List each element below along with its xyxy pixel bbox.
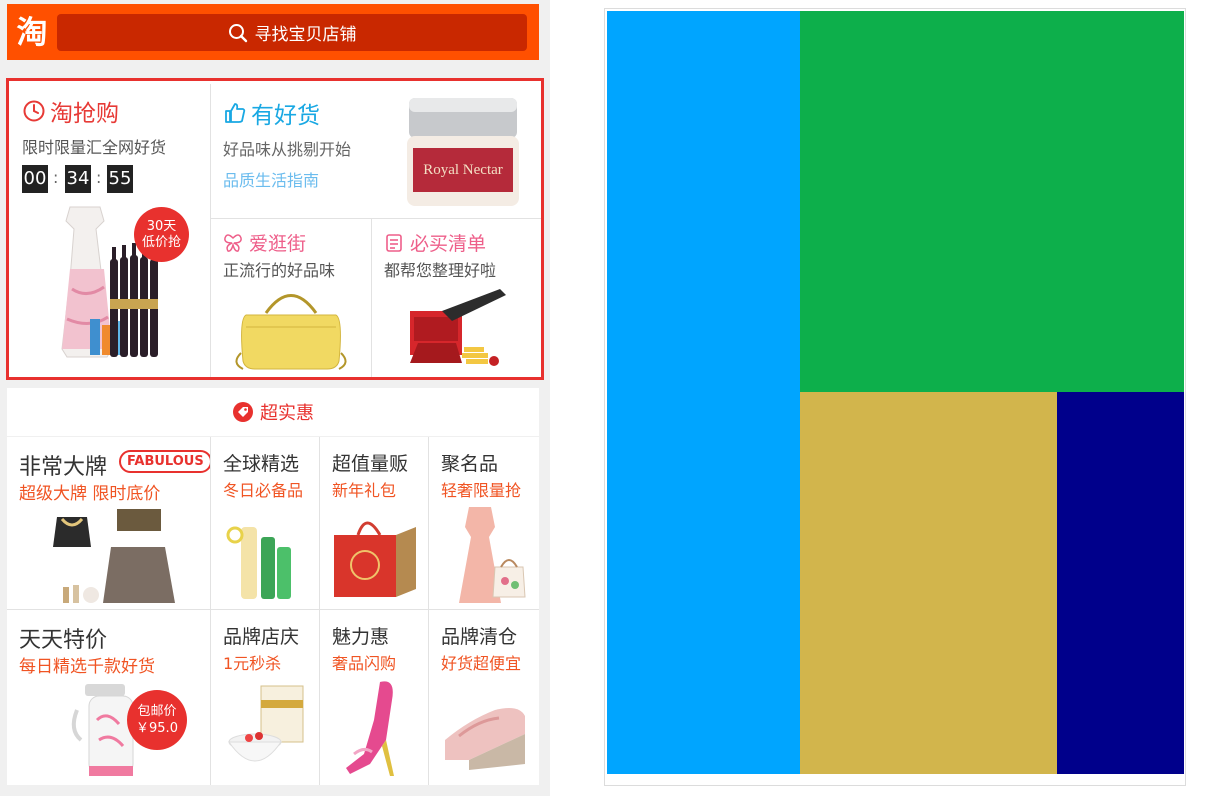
deal-title: 品牌清仓 — [441, 626, 518, 648]
deal-card[interactable]: 非常大牌 FABULOUS 超级大牌 限时底价 — [7, 437, 210, 609]
product-image-skincare — [226, 526, 291, 599]
taoqianggou-card[interactable]: 淘抢购 限时限量汇全网好货 00 : 34 : 55 30天 低价抢 — [12, 84, 210, 377]
timer-hours: 00 — [22, 165, 48, 193]
bimaiqingdan-subtitle: 都帮您整理好啦 — [384, 261, 497, 280]
treemap-block-navy — [1057, 392, 1184, 774]
bimaiqingdan-title-row: 必买清单 — [384, 229, 486, 256]
price-tag-icon — [233, 402, 253, 422]
badge-line: 30天 — [146, 219, 177, 234]
chaoshihui-title: 超实惠 — [260, 403, 314, 424]
treemap-block-blue — [607, 11, 800, 774]
taobao-mobile-home: 淘 寻找宝贝店铺 淘抢购 限时限量汇全网好货 00 : 34 : 55 30天 … — [0, 0, 550, 796]
deal-title: 非常大牌 — [19, 455, 108, 480]
deal-card[interactable]: 品牌店庆 1元秒杀 — [211, 610, 319, 785]
product-image-handbag — [235, 294, 347, 370]
deal-card[interactable]: 天天特价 每日精选千款好货 包邮价 ￥95.0 — [7, 610, 210, 785]
taoqianggou-subtitle: 限时限量汇全网好货 — [22, 138, 167, 157]
thumbs-up-icon — [225, 103, 246, 123]
butterfly-icon — [224, 233, 242, 252]
deal-card[interactable]: 全球精选 冬日必备品 — [211, 437, 319, 609]
deal-title: 超值量贩 — [332, 453, 409, 475]
deal-title: 天天特价 — [19, 628, 108, 653]
product-label: Royal Nectar — [423, 162, 503, 178]
deal-title: 聚名品 — [441, 453, 499, 475]
deal-subtitle: 每日精选千款好货 — [19, 657, 155, 677]
chaoshihui-header[interactable]: 超实惠 — [7, 388, 539, 436]
badge-line: 低价抢 — [141, 235, 181, 250]
deals-grid: 非常大牌 FABULOUS 超级大牌 限时底价 全球精选 冬日必备品 超值量贩 … — [7, 437, 539, 785]
deal-subtitle: 1元秒杀 — [223, 654, 282, 673]
treemap-panel — [604, 8, 1186, 786]
product-image-yogurt — [228, 685, 304, 762]
treemap-block-green — [800, 11, 1184, 392]
product-image-heels — [346, 681, 394, 776]
promo-badge: 30天 低价抢 — [134, 207, 189, 262]
deal-title: 魅力惠 — [332, 626, 390, 648]
product-image-fashion — [53, 509, 175, 603]
fabulous-tag: FABULOUS — [119, 450, 210, 473]
deal-card[interactable]: 品牌清仓 好货超便宜 — [429, 610, 539, 785]
deal-card[interactable]: 超值量贩 新年礼包 — [320, 437, 428, 609]
bimaiqingdan-title: 必买清单 — [410, 233, 487, 255]
taoqianggou-title: 淘抢购 — [50, 101, 119, 127]
product-image-dress-pink — [459, 507, 526, 603]
product-image-giftbox — [334, 521, 416, 597]
product-image-wedge-shoe — [445, 708, 525, 770]
aiguangjie-subtitle: 正流行的好品味 — [223, 261, 336, 280]
search-icon — [228, 23, 247, 42]
top-header: 淘 寻找宝贝店铺 — [7, 4, 539, 60]
timer-seconds: 55 — [107, 165, 133, 193]
product-image-press — [410, 289, 506, 366]
aiguangjie-card[interactable]: 爱逛街 正流行的好品味 — [211, 219, 371, 377]
deal-subtitle: 好货超便宜 — [441, 654, 522, 673]
deal-title: 全球精选 — [223, 453, 300, 475]
price-badge: 包邮价 ￥95.0 — [127, 690, 187, 750]
deal-subtitle: 超级大牌 限时底价 — [19, 484, 161, 504]
taoqianggou-title-row: 淘抢购 — [22, 94, 119, 128]
deal-subtitle: 奢品闪购 — [332, 654, 397, 673]
treemap-block-gold — [800, 392, 1057, 774]
youhaohuo-title: 有好货 — [251, 103, 320, 129]
bimaiqingdan-card[interactable]: 必买清单 都帮您整理好啦 — [372, 219, 541, 377]
deal-card[interactable]: 魅力惠 奢品闪购 — [320, 610, 428, 785]
product-image-cream-jar: Royal Nectar — [407, 98, 519, 206]
timer-minutes: 34 — [65, 165, 91, 193]
timer-colon: : — [96, 168, 102, 187]
deal-subtitle: 轻奢限量抢 — [441, 481, 522, 500]
deal-subtitle: 新年礼包 — [332, 481, 397, 500]
aiguangjie-title-row: 爱逛街 — [223, 229, 306, 256]
deal-subtitle: 冬日必备品 — [223, 481, 304, 500]
badge-line: 包邮价 — [137, 704, 177, 719]
youhaohuo-link[interactable]: 品质生活指南 — [223, 167, 319, 191]
deal-title: 品牌店庆 — [223, 626, 300, 648]
badge-line: ￥95.0 — [136, 721, 178, 736]
search-placeholder: 寻找宝贝店铺 — [254, 25, 357, 45]
featured-block: 淘抢购 限时限量汇全网好货 00 : 34 : 55 30天 低价抢 有好货 好… — [6, 78, 544, 380]
list-icon — [386, 233, 402, 252]
deal-card[interactable]: 聚名品 轻奢限量抢 — [429, 437, 539, 609]
taobao-logo[interactable]: 淘 — [13, 14, 51, 52]
youhaohuo-title-row: 有好货 — [223, 96, 320, 130]
timer-colon: : — [53, 168, 59, 187]
youhaohuo-card[interactable]: 有好货 好品味从挑剔开始 品质生活指南 Royal Nectar — [211, 84, 541, 218]
aiguangjie-title: 爱逛街 — [249, 233, 307, 255]
search-bar[interactable]: 寻找宝贝店铺 — [57, 14, 527, 51]
clock-icon — [23, 100, 45, 122]
youhaohuo-subtitle: 好品味从挑剔开始 — [223, 140, 352, 159]
